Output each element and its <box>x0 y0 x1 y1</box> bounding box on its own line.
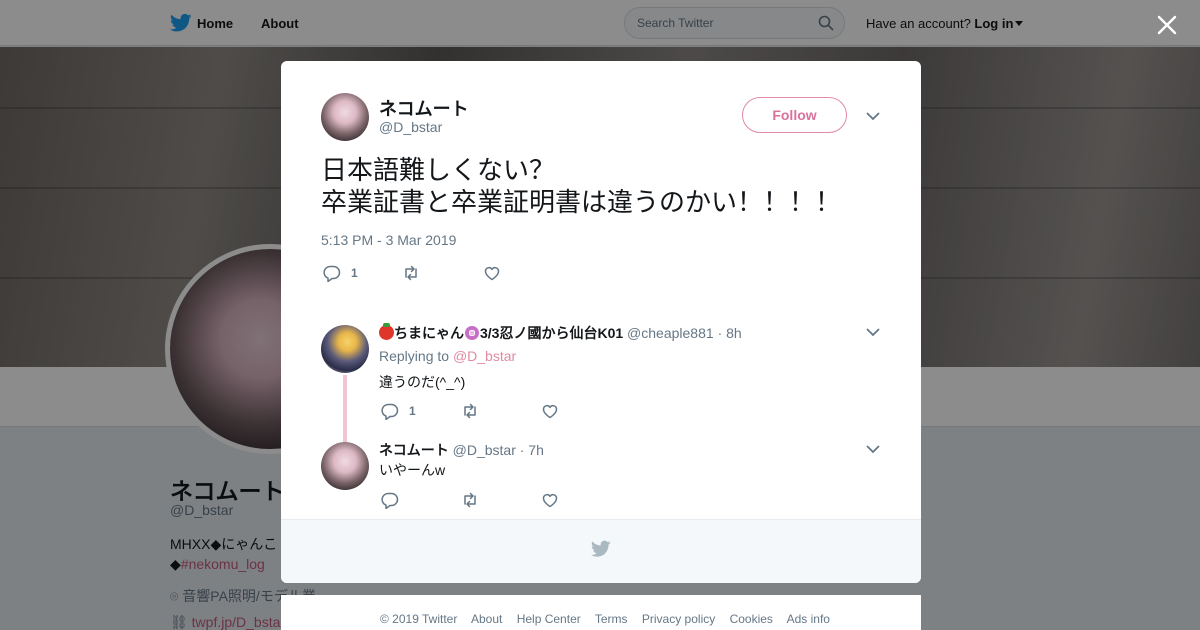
like-button[interactable] <box>541 491 559 509</box>
twitter-bird-icon <box>591 540 611 557</box>
reply-button[interactable]: 1 <box>323 264 358 282</box>
retweet-button[interactable] <box>461 402 479 420</box>
reply-header: ネコムート @D_bstar · 7h <box>379 440 544 460</box>
reply-author-handle[interactable]: @cheaple881 <box>627 325 714 341</box>
reply-text: いやーんw <box>379 462 446 478</box>
footer-link-ads-info[interactable]: Ads info <box>787 612 830 626</box>
retweet-icon <box>405 265 417 281</box>
spiral-emoji-icon <box>465 326 479 340</box>
modal-footer <box>281 519 921 583</box>
tweet-text-line-1: 日本語難しくない？ <box>321 155 556 185</box>
tweet-thread-container[interactable]: ネコムート @D_bstar Follow 日本語難しくない？ 卒業証書と卒業証… <box>281 61 921 519</box>
tomato-emoji-icon <box>379 323 394 340</box>
reply-age[interactable]: · 8h <box>718 325 742 341</box>
retweet-button[interactable] <box>461 491 479 509</box>
replying-to: Replying to @D_bstar <box>379 348 516 364</box>
chevron-down-icon[interactable] <box>866 111 880 121</box>
reply-icon <box>323 265 341 282</box>
heart-icon <box>542 405 558 419</box>
heart-icon <box>542 494 558 508</box>
retweet-button[interactable] <box>402 264 420 282</box>
footer-link-privacy-policy[interactable]: Privacy policy <box>642 612 715 626</box>
reply-author-name[interactable]: ちまにゃん <box>394 325 464 341</box>
replying-to-mention-link[interactable]: @D_bstar <box>453 348 516 364</box>
reply-button[interactable]: 1 <box>381 402 416 420</box>
chevron-down-icon[interactable] <box>866 444 880 454</box>
replying-to-label: Replying to <box>379 348 450 364</box>
tweet-permalink-modal: ネコムート @D_bstar Follow 日本語難しくない？ 卒業証書と卒業証… <box>281 61 921 583</box>
close-icon[interactable] <box>1152 10 1182 40</box>
reply-author-name-suffix[interactable]: 3/3忍ノ國から仙台K01 <box>480 325 623 341</box>
footer-links: © 2019 Twitter About Help Center Terms P… <box>380 612 841 626</box>
reply-icon <box>381 492 399 509</box>
reply-author-handle[interactable]: @D_bstar <box>453 442 516 458</box>
footer-copyright: © 2019 Twitter <box>380 612 458 626</box>
reply-age[interactable]: · 7h <box>520 442 544 458</box>
reply-button[interactable] <box>381 491 399 509</box>
site-footer: © 2019 Twitter About Help Center Terms P… <box>281 595 921 630</box>
footer-link-terms[interactable]: Terms <box>595 612 628 626</box>
author-avatar[interactable] <box>321 93 369 141</box>
reply-author-avatar[interactable] <box>321 442 369 490</box>
reply-author-name[interactable]: ネコムート <box>379 442 449 458</box>
reply-icon <box>381 403 399 420</box>
reply-text: 違うのだ(^_^) <box>379 374 466 390</box>
reply-header: ちまにゃん 3/3忍ノ國から仙台K01 @cheaple881 · 8h <box>379 323 742 343</box>
reply-author-avatar[interactable] <box>321 325 369 373</box>
tweet-text: 日本語難しくない？ 卒業証書と卒業証明書は違うのかい！！！！ <box>321 154 891 218</box>
heart-icon <box>484 267 500 281</box>
reply-count: 1 <box>351 266 358 280</box>
tweet-text-line-2: 卒業証書と卒業証明書は違うのかい！！！！ <box>321 187 842 217</box>
footer-link-help-center[interactable]: Help Center <box>517 612 581 626</box>
follow-button[interactable]: Follow <box>742 97 847 133</box>
chevron-down-icon[interactable] <box>866 327 880 337</box>
retweet-icon <box>464 403 476 419</box>
tweet-author-name[interactable]: ネコムート <box>379 95 469 121</box>
thread-connector-line <box>343 375 347 442</box>
footer-link-about[interactable]: About <box>471 612 502 626</box>
tweet-author-handle[interactable]: @D_bstar <box>379 119 442 135</box>
like-button[interactable] <box>541 402 559 420</box>
like-button[interactable] <box>483 264 501 282</box>
retweet-icon <box>464 492 476 508</box>
tweet-timestamp[interactable]: 5:13 PM - 3 Mar 2019 <box>321 232 456 248</box>
footer-link-cookies[interactable]: Cookies <box>730 612 773 626</box>
reply-count: 1 <box>409 404 416 418</box>
